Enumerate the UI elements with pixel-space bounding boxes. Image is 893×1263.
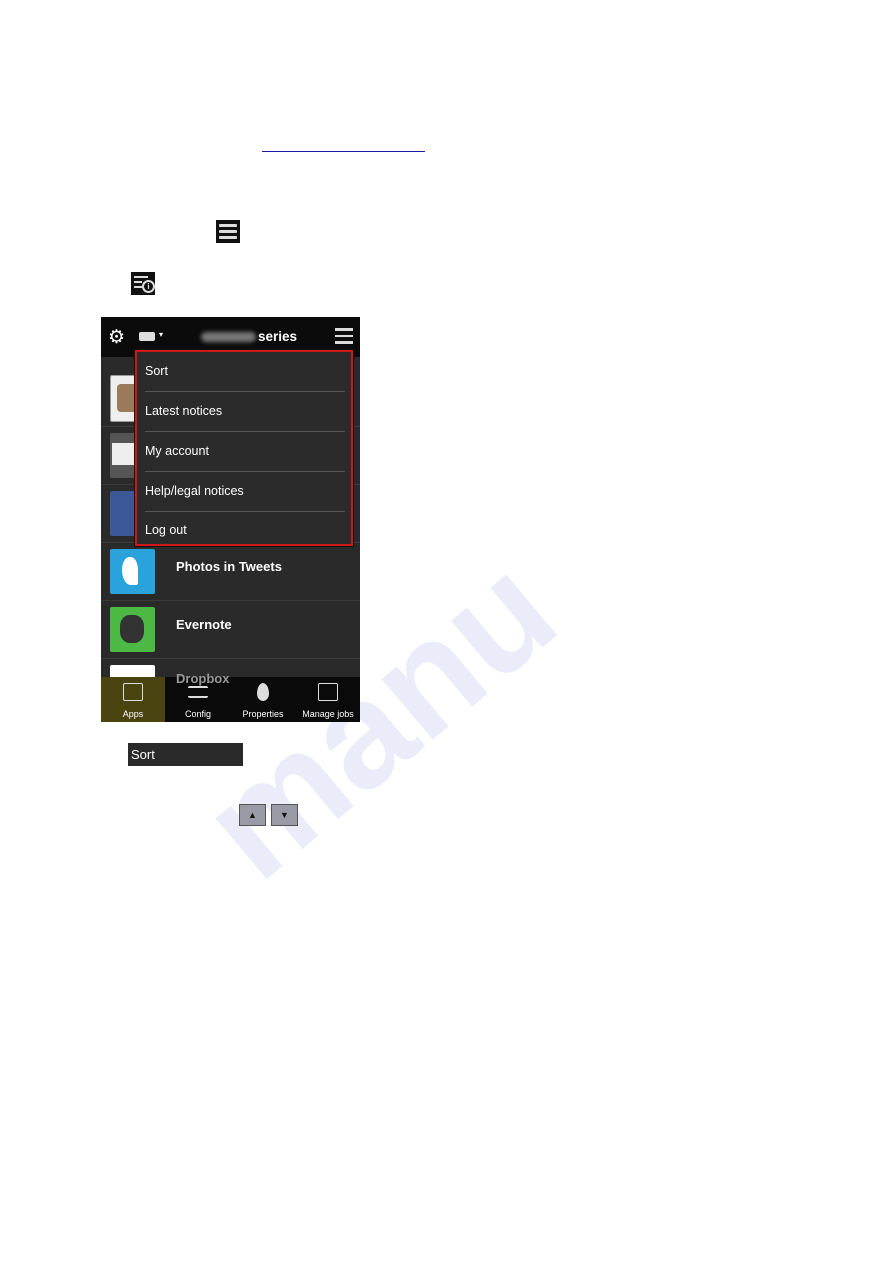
app-name: Dropbox — [176, 671, 230, 686]
tab-properties[interactable]: Properties — [231, 677, 295, 722]
evernote-icon — [110, 607, 155, 652]
move-down-button-image: ▼ — [271, 804, 298, 826]
sort-button-image: Sort — [128, 743, 243, 766]
menu-item-help-legal[interactable]: Help/legal notices — [145, 472, 345, 512]
tab-apps[interactable]: Apps — [101, 677, 165, 722]
app-name: Evernote — [176, 617, 232, 632]
job-list-icon — [318, 683, 338, 701]
config-icon — [188, 686, 208, 698]
bottom-tab-bar: Apps Config Properties Manage jobs — [101, 677, 360, 722]
apps-icon — [123, 683, 143, 701]
blurred-model-name — [201, 332, 256, 342]
app-name: Photos in Tweets — [176, 559, 282, 574]
menu-item-latest-notices[interactable]: Latest notices — [145, 392, 345, 432]
printer-icon[interactable] — [139, 332, 155, 341]
ink-drop-icon — [257, 683, 269, 701]
dropdown-menu: Sort Latest notices My account Help/lega… — [135, 350, 353, 546]
menu-item-my-account[interactable]: My account — [145, 432, 345, 472]
app-screenshot: ⚙ ▾ series Photos in Tweets Evernote Dro… — [101, 317, 360, 722]
tab-manage-jobs[interactable]: Manage jobs — [296, 677, 360, 722]
series-label: series — [258, 329, 298, 344]
notices-info-icon: i — [131, 272, 155, 295]
menu-item-sort[interactable]: Sort — [145, 352, 345, 392]
move-up-button-image: ▲ — [239, 804, 266, 826]
gear-icon[interactable]: ⚙ — [108, 326, 125, 349]
photos-in-tweets-icon — [110, 549, 155, 594]
app-row[interactable]: Evernote — [101, 601, 360, 659]
link-underline[interactable] — [262, 151, 425, 152]
app-row[interactable]: Photos in Tweets — [101, 543, 360, 601]
menu-icon[interactable] — [335, 328, 353, 344]
menu-item-log-out[interactable]: Log out — [145, 511, 345, 550]
menu-icon — [216, 220, 240, 243]
